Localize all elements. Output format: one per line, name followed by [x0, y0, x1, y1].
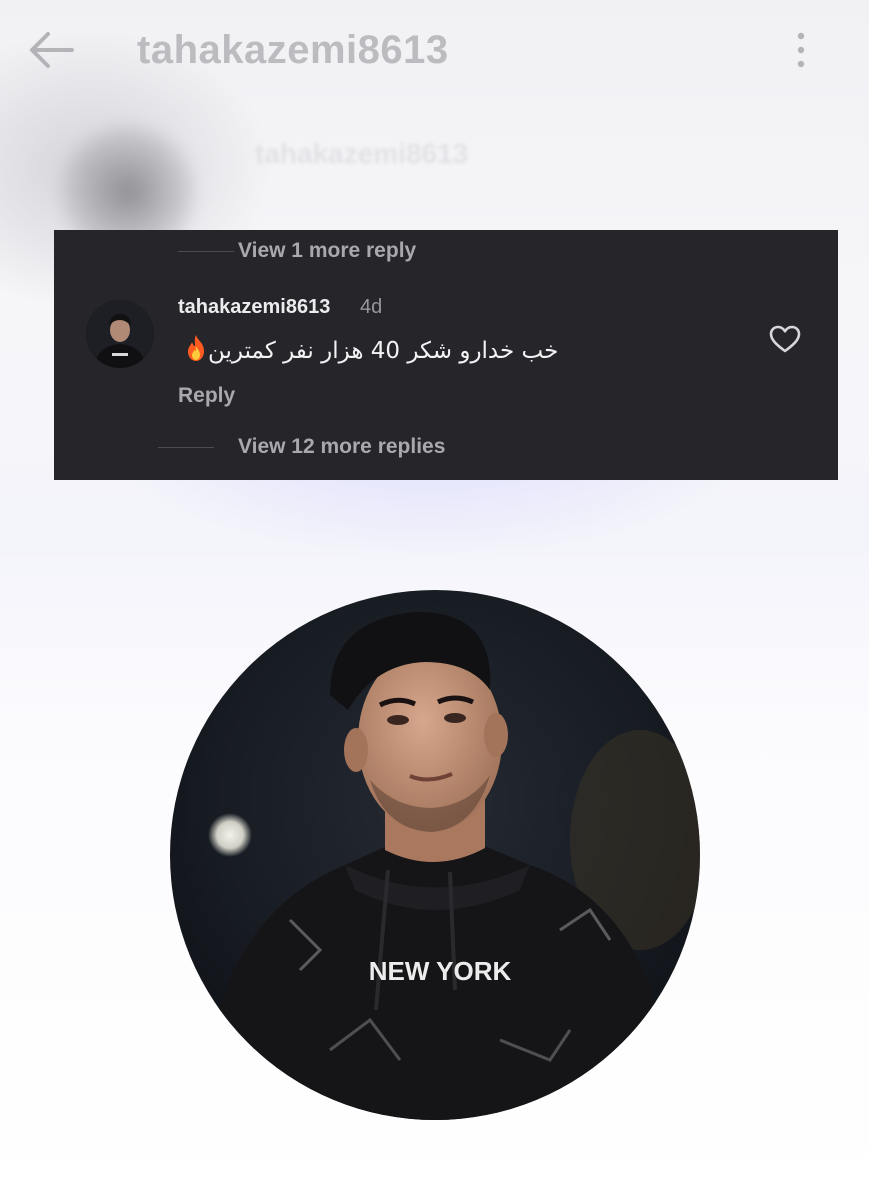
- reply-button[interactable]: Reply: [178, 384, 235, 408]
- profile-photo: NEW YORK: [170, 590, 700, 1120]
- fire-icon: [188, 335, 204, 361]
- thread-line: [178, 251, 234, 252]
- arrow-left-icon[interactable]: [26, 30, 76, 70]
- comment-text: خب خدارو شکر 40 هزار نفر کمترین: [208, 338, 559, 364]
- comment-username[interactable]: tahakazemi8613: [178, 296, 330, 319]
- blurred-username: tahakazemi8613: [255, 138, 469, 169]
- comment-body: خب خدارو شکر 40 هزار نفر کمترین: [178, 334, 598, 364]
- view-more-replies-bottom[interactable]: View 12 more replies: [238, 435, 445, 459]
- shirt-text: NEW YORK: [369, 956, 512, 986]
- comment-card: View 1 more reply tahakazemi8613 4d خب خ…: [54, 230, 838, 480]
- heart-outline-icon[interactable]: [768, 324, 802, 354]
- top-bar: tahakazemi8613: [0, 0, 869, 100]
- more-options-icon[interactable]: [790, 30, 812, 70]
- view-more-replies-top[interactable]: View 1 more reply: [238, 239, 416, 263]
- comment-timestamp: 4d: [360, 296, 383, 318]
- page-title: tahakazemi8613: [137, 28, 449, 72]
- comment-avatar[interactable]: [86, 300, 154, 368]
- thread-line: [158, 447, 214, 448]
